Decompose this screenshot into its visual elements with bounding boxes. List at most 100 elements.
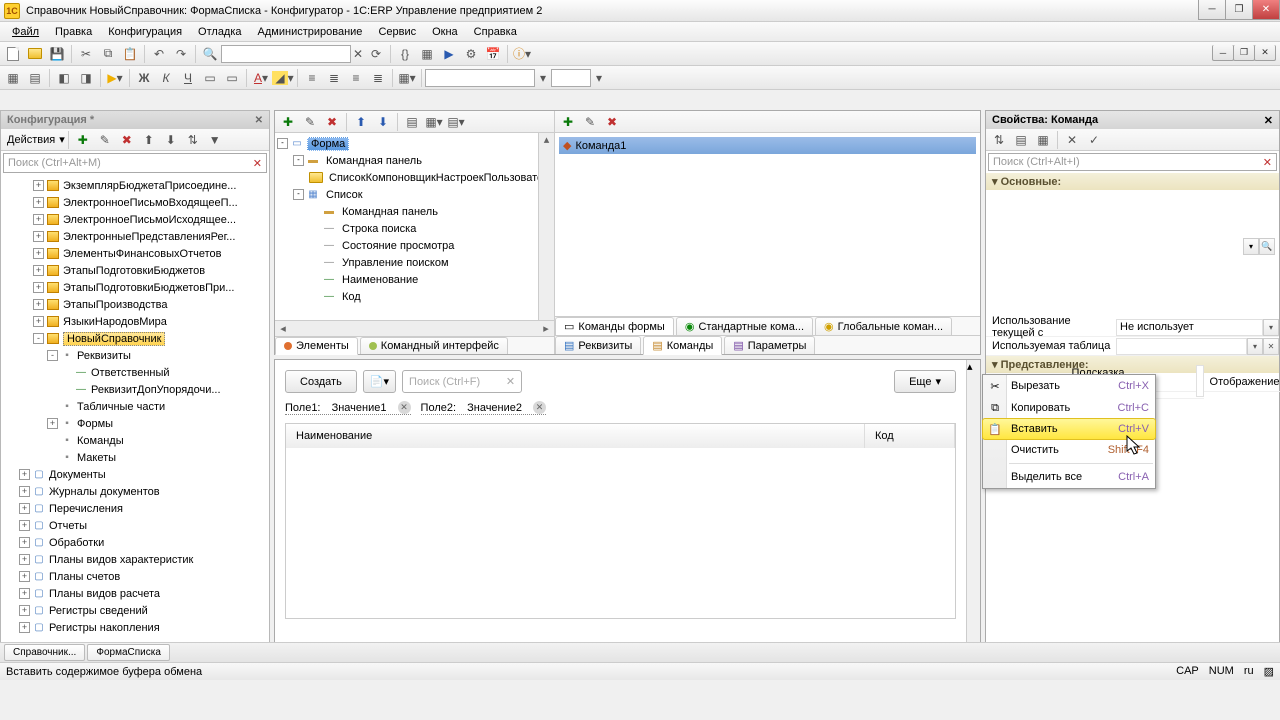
conf-close-icon[interactable]: ✕ xyxy=(255,115,263,126)
conf-tree[interactable]: +ЭкземплярБюджетаПрисоедине...+Электронн… xyxy=(1,175,269,679)
tab-glob-cmds[interactable]: ◉Глобальные коман... xyxy=(815,317,952,335)
props-search-input[interactable]: Поиск (Ctrl+Alt+I)✕ xyxy=(988,153,1277,171)
align-center-button[interactable]: ≣ xyxy=(323,68,345,88)
close-button[interactable]: ✕ xyxy=(1252,0,1280,20)
undo-button[interactable]: ↶ xyxy=(148,44,170,64)
ctx-copy[interactable]: ⧉КопироватьCtrl+C xyxy=(983,397,1155,419)
conf-actions-label[interactable]: Действия xyxy=(3,134,59,146)
tree-item[interactable]: +ЭтапыПодготовкиБюджетовПри... xyxy=(1,279,269,296)
cut-button[interactable]: ✂ xyxy=(75,44,97,64)
conf-search-input[interactable]: Поиск (Ctrl+Alt+M)✕ xyxy=(3,153,267,173)
tree-item[interactable]: -▪Реквизиты xyxy=(1,347,269,364)
help-button[interactable]: ⓘ▾ xyxy=(511,44,533,64)
more-button[interactable]: Еще▾ xyxy=(894,370,956,393)
tab-params[interactable]: ▤Параметры xyxy=(724,336,815,354)
menu-service[interactable]: Сервис xyxy=(370,23,424,41)
mdi-min-button[interactable]: ─ xyxy=(1212,45,1234,61)
maximize-button[interactable]: ❐ xyxy=(1225,0,1253,20)
paste-button[interactable]: 📋 xyxy=(119,44,141,64)
elements-tree[interactable]: -▭Форма-▬Командная панельСписокКомпоновщ… xyxy=(275,133,554,320)
mdi-close-button[interactable]: ✕ xyxy=(1254,45,1276,61)
menu-edit[interactable]: Правка xyxy=(47,23,100,41)
tree-item[interactable]: +▢Планы видов характеристик xyxy=(1,551,269,568)
bold-button[interactable]: Ж xyxy=(133,68,155,88)
props-clear-button[interactable]: ✕ xyxy=(1061,130,1083,150)
elements-vscroll[interactable]: ▴ xyxy=(538,133,554,320)
create-button[interactable]: Создать xyxy=(285,370,357,393)
props-ok-button[interactable]: ✓ xyxy=(1083,130,1105,150)
el-down-button[interactable]: ⬇ xyxy=(372,112,394,132)
fill-color-button[interactable]: ◢▾ xyxy=(272,68,294,88)
form-tree-item[interactable]: -▦Список xyxy=(275,186,554,203)
form-tree-item[interactable]: —Состояние просмотра xyxy=(275,237,554,254)
syntax-button[interactable]: {} xyxy=(394,44,416,64)
tree-item[interactable]: +ЭлектронноеПисьмоИсходящее... xyxy=(1,211,269,228)
align-right-button[interactable]: ≡ xyxy=(345,68,367,88)
tb-extra2[interactable]: ⚙ xyxy=(460,44,482,64)
form-tree-item[interactable]: ▬Командная панель xyxy=(275,203,554,220)
copy-create-button[interactable]: 📄▾ xyxy=(363,370,396,393)
prop-used-table[interactable]: Используемая таблица▾✕ xyxy=(986,337,1279,356)
ctx-select-all[interactable]: Выделить всеCtrl+A xyxy=(983,466,1155,488)
filter-chip-1[interactable]: Поле1: Значение1 ✕ xyxy=(285,401,411,415)
conf-sort-button[interactable]: ⇅ xyxy=(182,130,204,150)
tree-item[interactable]: +ЭлементыФинансовыхОтчетов xyxy=(1,245,269,262)
tree-item[interactable]: +▢Журналы документов xyxy=(1,483,269,500)
tab-elements[interactable]: Элементы xyxy=(275,337,358,355)
preview-vscroll[interactable]: ▴▾ xyxy=(966,360,980,679)
tree-item[interactable]: —Ответственный xyxy=(1,364,269,381)
underline-button[interactable]: Ч xyxy=(177,68,199,88)
el-b1[interactable]: ▤ xyxy=(401,112,423,132)
conf-edit-button[interactable]: ✎ xyxy=(94,130,116,150)
tab-cmd-iface[interactable]: Командный интерфейс xyxy=(360,337,508,354)
tree-item[interactable]: +ЭтапыПодготовкиБюджетов xyxy=(1,262,269,279)
form-tree-item[interactable]: —Код xyxy=(275,288,554,305)
tree-item[interactable]: +▢Регистры накопления xyxy=(1,619,269,636)
tree-item[interactable]: ▪Команды xyxy=(1,432,269,449)
open-button[interactable] xyxy=(24,44,46,64)
tb2-b4[interactable]: ◨ xyxy=(75,68,97,88)
copy-button[interactable]: ⧉ xyxy=(97,44,119,64)
start-debug-button[interactable]: ▶ xyxy=(438,44,460,64)
props-b3[interactable]: ▦ xyxy=(1032,130,1054,150)
cmd-list[interactable]: ◆Команда1 xyxy=(555,133,980,316)
mdi-restore-button[interactable]: ❐ xyxy=(1233,45,1255,61)
tb2-b1[interactable]: ▦ xyxy=(2,68,24,88)
tab-attrs[interactable]: ▤Реквизиты xyxy=(555,336,641,354)
tree-item[interactable]: +▢Планы счетов xyxy=(1,568,269,585)
tb-extra3[interactable]: 📅 xyxy=(482,44,504,64)
menu-admin[interactable]: Администрирование xyxy=(250,23,371,41)
ctx-cut[interactable]: ✂ВырезатьCtrl+X xyxy=(983,375,1155,397)
find-button[interactable]: 🔍 xyxy=(199,44,221,64)
tree-item[interactable]: ▪Табличные части xyxy=(1,398,269,415)
tree-item[interactable]: +ЭлектронныеПредставленияРег... xyxy=(1,228,269,245)
tb2-b2[interactable]: ▤ xyxy=(24,68,46,88)
find-clear-button[interactable]: ✕ xyxy=(351,44,365,64)
prop-use-current[interactable]: Использование текущей сНе использует▾ xyxy=(986,318,1279,337)
mdi-tab-1[interactable]: Справочник... xyxy=(4,644,85,661)
form-tree-item[interactable]: -▬Командная панель xyxy=(275,152,554,169)
tab-std-cmds[interactable]: ◉Стандартные кома... xyxy=(676,317,813,335)
tree-item[interactable]: +ЯзыкиНародовМира xyxy=(1,313,269,330)
menu-help[interactable]: Справка xyxy=(466,23,525,41)
preview-search-input[interactable]: Поиск (Ctrl+F)✕ xyxy=(402,370,522,393)
tree-item[interactable]: ▪Макеты xyxy=(1,449,269,466)
ctx-paste[interactable]: 📋ВставитьCtrl+V xyxy=(982,418,1156,440)
tree-item[interactable]: +ЭлектронноеПисьмоВходящееП... xyxy=(1,194,269,211)
tree-item[interactable]: +▢Планы видов расчета xyxy=(1,585,269,602)
cmd-add-button[interactable]: ✚ xyxy=(557,112,579,132)
format-dd2[interactable]: ▾ xyxy=(591,68,607,88)
conf-add-button[interactable]: ✚ xyxy=(72,130,94,150)
font-color-button[interactable]: A▾ xyxy=(250,68,272,88)
save-button[interactable]: 💾 xyxy=(46,44,68,64)
col-code[interactable]: Код xyxy=(865,424,955,448)
menu-window[interactable]: Окна xyxy=(424,23,466,41)
tree-item[interactable]: -НовыйСправочник xyxy=(1,330,269,347)
form-tree-item[interactable]: СписокКомпоновщикНастроекПользовательс xyxy=(275,169,554,186)
conf-del-button[interactable]: ✖ xyxy=(116,130,138,150)
form-tree-item[interactable]: —Строка поиска xyxy=(275,220,554,237)
redo-button[interactable]: ↷ xyxy=(170,44,192,64)
conf-up-button[interactable]: ⬆ xyxy=(138,130,160,150)
form-tree-item[interactable]: -▭Форма xyxy=(275,135,554,152)
el-b3[interactable]: ▤▾ xyxy=(445,112,467,132)
